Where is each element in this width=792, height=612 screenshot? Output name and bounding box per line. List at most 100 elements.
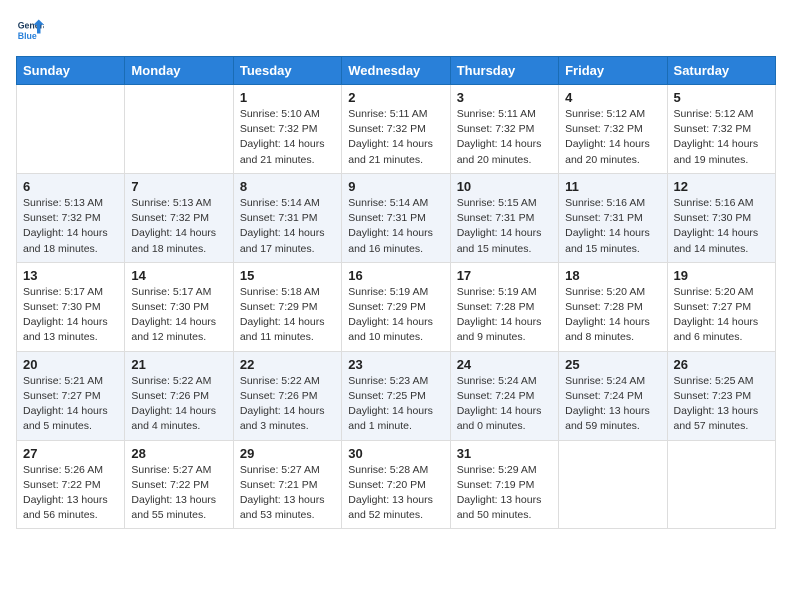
- day-info: Sunrise: 5:20 AM Sunset: 7:27 PM Dayligh…: [674, 285, 769, 346]
- calendar-cell: 30 Sunrise: 5:28 AM Sunset: 7:20 PM Dayli…: [342, 440, 450, 529]
- day-number: 6: [23, 179, 118, 194]
- day-info: Sunrise: 5:19 AM Sunset: 7:29 PM Dayligh…: [348, 285, 443, 346]
- day-info: Sunrise: 5:19 AM Sunset: 7:28 PM Dayligh…: [457, 285, 552, 346]
- weekday-header: Saturday: [667, 57, 775, 85]
- calendar-cell: 7 Sunrise: 5:13 AM Sunset: 7:32 PM Daylig…: [125, 173, 233, 262]
- calendar-cell: 12 Sunrise: 5:16 AM Sunset: 7:30 PM Dayli…: [667, 173, 775, 262]
- weekday-header: Wednesday: [342, 57, 450, 85]
- calendar-cell: 20 Sunrise: 5:21 AM Sunset: 7:27 PM Dayli…: [17, 351, 125, 440]
- day-number: 19: [674, 268, 769, 283]
- day-info: Sunrise: 5:27 AM Sunset: 7:21 PM Dayligh…: [240, 463, 335, 524]
- calendar-cell: 25 Sunrise: 5:24 AM Sunset: 7:24 PM Dayli…: [559, 351, 667, 440]
- day-info: Sunrise: 5:20 AM Sunset: 7:28 PM Dayligh…: [565, 285, 660, 346]
- calendar-cell: 15 Sunrise: 5:18 AM Sunset: 7:29 PM Dayli…: [233, 262, 341, 351]
- calendar-cell: 11Sunrise: 5:16 AM Sunset: 7:31 PM Dayli…: [559, 173, 667, 262]
- day-info: Sunrise: 5:25 AM Sunset: 7:23 PM Dayligh…: [674, 374, 769, 435]
- day-number: 1: [240, 90, 335, 105]
- calendar-cell: 27 Sunrise: 5:26 AM Sunset: 7:22 PM Dayli…: [17, 440, 125, 529]
- day-info: Sunrise: 5:11 AM Sunset: 7:32 PM Dayligh…: [457, 107, 552, 168]
- logo: General Blue: [16, 16, 48, 44]
- day-number: 16: [348, 268, 443, 283]
- weekday-header: Friday: [559, 57, 667, 85]
- day-number: 9: [348, 179, 443, 194]
- day-info: Sunrise: 5:13 AM Sunset: 7:32 PM Dayligh…: [23, 196, 118, 257]
- day-number: 14: [131, 268, 226, 283]
- day-info: Sunrise: 5:17 AM Sunset: 7:30 PM Dayligh…: [23, 285, 118, 346]
- calendar-cell: 3 Sunrise: 5:11 AM Sunset: 7:32 PM Daylig…: [450, 85, 558, 174]
- calendar-cell: 18 Sunrise: 5:20 AM Sunset: 7:28 PM Dayli…: [559, 262, 667, 351]
- day-number: 29: [240, 446, 335, 461]
- page-header: General Blue: [16, 16, 776, 44]
- day-info: Sunrise: 5:10 AM Sunset: 7:32 PM Dayligh…: [240, 107, 335, 168]
- weekday-header: Monday: [125, 57, 233, 85]
- day-number: 7: [131, 179, 226, 194]
- day-number: 25: [565, 357, 660, 372]
- day-info: Sunrise: 5:16 AM Sunset: 7:31 PM Dayligh…: [565, 196, 660, 257]
- day-number: 30: [348, 446, 443, 461]
- svg-text:Blue: Blue: [18, 31, 37, 41]
- calendar-cell: [17, 85, 125, 174]
- day-info: Sunrise: 5:12 AM Sunset: 7:32 PM Dayligh…: [674, 107, 769, 168]
- day-info: Sunrise: 5:22 AM Sunset: 7:26 PM Dayligh…: [240, 374, 335, 435]
- weekday-header: Tuesday: [233, 57, 341, 85]
- calendar-cell: [125, 85, 233, 174]
- weekday-header: Thursday: [450, 57, 558, 85]
- calendar-cell: 22 Sunrise: 5:22 AM Sunset: 7:26 PM Dayli…: [233, 351, 341, 440]
- day-number: 2: [348, 90, 443, 105]
- calendar-week-row: 13Sunrise: 5:17 AM Sunset: 7:30 PM Dayli…: [17, 262, 776, 351]
- day-info: Sunrise: 5:23 AM Sunset: 7:25 PM Dayligh…: [348, 374, 443, 435]
- calendar-cell: 13Sunrise: 5:17 AM Sunset: 7:30 PM Dayli…: [17, 262, 125, 351]
- calendar-cell: 10Sunrise: 5:15 AM Sunset: 7:31 PM Dayli…: [450, 173, 558, 262]
- day-info: Sunrise: 5:24 AM Sunset: 7:24 PM Dayligh…: [565, 374, 660, 435]
- day-number: 3: [457, 90, 552, 105]
- day-number: 5: [674, 90, 769, 105]
- calendar-week-row: 1 Sunrise: 5:10 AM Sunset: 7:32 PM Daylig…: [17, 85, 776, 174]
- day-info: Sunrise: 5:14 AM Sunset: 7:31 PM Dayligh…: [348, 196, 443, 257]
- calendar-cell: 19 Sunrise: 5:20 AM Sunset: 7:27 PM Dayli…: [667, 262, 775, 351]
- day-info: Sunrise: 5:16 AM Sunset: 7:30 PM Dayligh…: [674, 196, 769, 257]
- calendar-cell: 5 Sunrise: 5:12 AM Sunset: 7:32 PM Daylig…: [667, 85, 775, 174]
- day-info: Sunrise: 5:24 AM Sunset: 7:24 PM Dayligh…: [457, 374, 552, 435]
- calendar-cell: [667, 440, 775, 529]
- calendar-cell: 4 Sunrise: 5:12 AM Sunset: 7:32 PM Daylig…: [559, 85, 667, 174]
- day-info: Sunrise: 5:26 AM Sunset: 7:22 PM Dayligh…: [23, 463, 118, 524]
- calendar-cell: 14Sunrise: 5:17 AM Sunset: 7:30 PM Dayli…: [125, 262, 233, 351]
- day-number: 4: [565, 90, 660, 105]
- day-number: 31: [457, 446, 552, 461]
- day-number: 22: [240, 357, 335, 372]
- day-info: Sunrise: 5:22 AM Sunset: 7:26 PM Dayligh…: [131, 374, 226, 435]
- day-info: Sunrise: 5:18 AM Sunset: 7:29 PM Dayligh…: [240, 285, 335, 346]
- calendar-week-row: 20 Sunrise: 5:21 AM Sunset: 7:27 PM Dayli…: [17, 351, 776, 440]
- day-number: 27: [23, 446, 118, 461]
- day-number: 18: [565, 268, 660, 283]
- calendar-cell: 21 Sunrise: 5:22 AM Sunset: 7:26 PM Dayli…: [125, 351, 233, 440]
- day-number: 15: [240, 268, 335, 283]
- day-info: Sunrise: 5:15 AM Sunset: 7:31 PM Dayligh…: [457, 196, 552, 257]
- calendar-cell: 8Sunrise: 5:14 AM Sunset: 7:31 PM Daylig…: [233, 173, 341, 262]
- day-info: Sunrise: 5:13 AM Sunset: 7:32 PM Dayligh…: [131, 196, 226, 257]
- day-info: Sunrise: 5:12 AM Sunset: 7:32 PM Dayligh…: [565, 107, 660, 168]
- calendar-cell: 2Sunrise: 5:11 AM Sunset: 7:32 PM Daylig…: [342, 85, 450, 174]
- day-number: 24: [457, 357, 552, 372]
- calendar-cell: 26 Sunrise: 5:25 AM Sunset: 7:23 PM Dayli…: [667, 351, 775, 440]
- weekday-header: Sunday: [17, 57, 125, 85]
- calendar-cell: 29 Sunrise: 5:27 AM Sunset: 7:21 PM Dayli…: [233, 440, 341, 529]
- calendar-table: SundayMondayTuesdayWednesdayThursdayFrid…: [16, 56, 776, 529]
- calendar-cell: 17Sunrise: 5:19 AM Sunset: 7:28 PM Dayli…: [450, 262, 558, 351]
- calendar-cell: 1 Sunrise: 5:10 AM Sunset: 7:32 PM Daylig…: [233, 85, 341, 174]
- logo-icon: General Blue: [16, 16, 44, 44]
- day-number: 20: [23, 357, 118, 372]
- calendar-cell: 9 Sunrise: 5:14 AM Sunset: 7:31 PM Daylig…: [342, 173, 450, 262]
- day-info: Sunrise: 5:27 AM Sunset: 7:22 PM Dayligh…: [131, 463, 226, 524]
- day-number: 28: [131, 446, 226, 461]
- day-info: Sunrise: 5:28 AM Sunset: 7:20 PM Dayligh…: [348, 463, 443, 524]
- day-number: 21: [131, 357, 226, 372]
- calendar-week-row: 6 Sunrise: 5:13 AM Sunset: 7:32 PM Daylig…: [17, 173, 776, 262]
- calendar-cell: 23Sunrise: 5:23 AM Sunset: 7:25 PM Dayli…: [342, 351, 450, 440]
- day-number: 26: [674, 357, 769, 372]
- calendar-cell: 31Sunrise: 5:29 AM Sunset: 7:19 PM Dayli…: [450, 440, 558, 529]
- day-info: Sunrise: 5:21 AM Sunset: 7:27 PM Dayligh…: [23, 374, 118, 435]
- day-number: 12: [674, 179, 769, 194]
- calendar-cell: 24 Sunrise: 5:24 AM Sunset: 7:24 PM Dayli…: [450, 351, 558, 440]
- calendar-cell: 6 Sunrise: 5:13 AM Sunset: 7:32 PM Daylig…: [17, 173, 125, 262]
